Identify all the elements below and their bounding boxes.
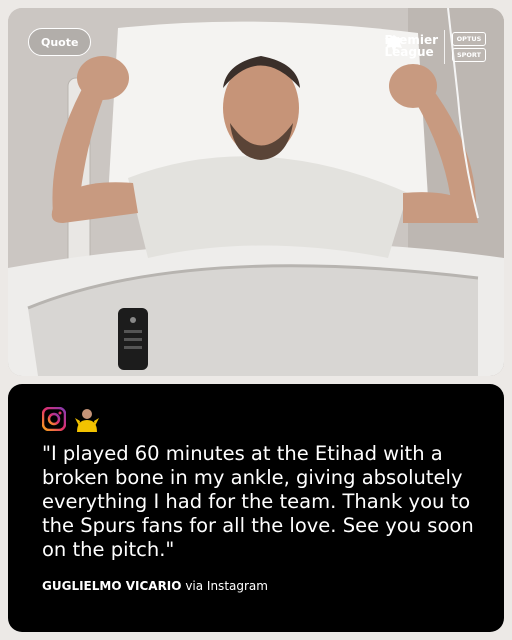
broadcaster-line2: SPORT (452, 48, 486, 62)
attribution: GUGLIELMO VICARIO via Instagram (42, 579, 268, 593)
quote-tag: Quote (28, 28, 92, 56)
lion-icon (385, 35, 404, 55)
instagram-icon (42, 407, 66, 431)
player-avatar-icon (75, 409, 99, 432)
logo-divider (444, 30, 445, 64)
source-icons (42, 406, 100, 432)
quote-card: "I played 60 minutes at the Etihad with … (8, 384, 504, 632)
premier-league-logo: Premier League (384, 34, 438, 58)
quote-source: via Instagram (185, 579, 268, 593)
quote-text: "I played 60 minutes at the Etihad with … (42, 442, 474, 561)
broadcaster-line1: OPTUS (452, 32, 486, 46)
quote-author: GUGLIELMO VICARIO (42, 579, 182, 593)
hero-photo: Quote Premier League OPTUS SPORT (8, 8, 504, 376)
optus-sport-logo: OPTUS SPORT (452, 32, 486, 64)
hospital-bed-illustration (8, 8, 504, 376)
